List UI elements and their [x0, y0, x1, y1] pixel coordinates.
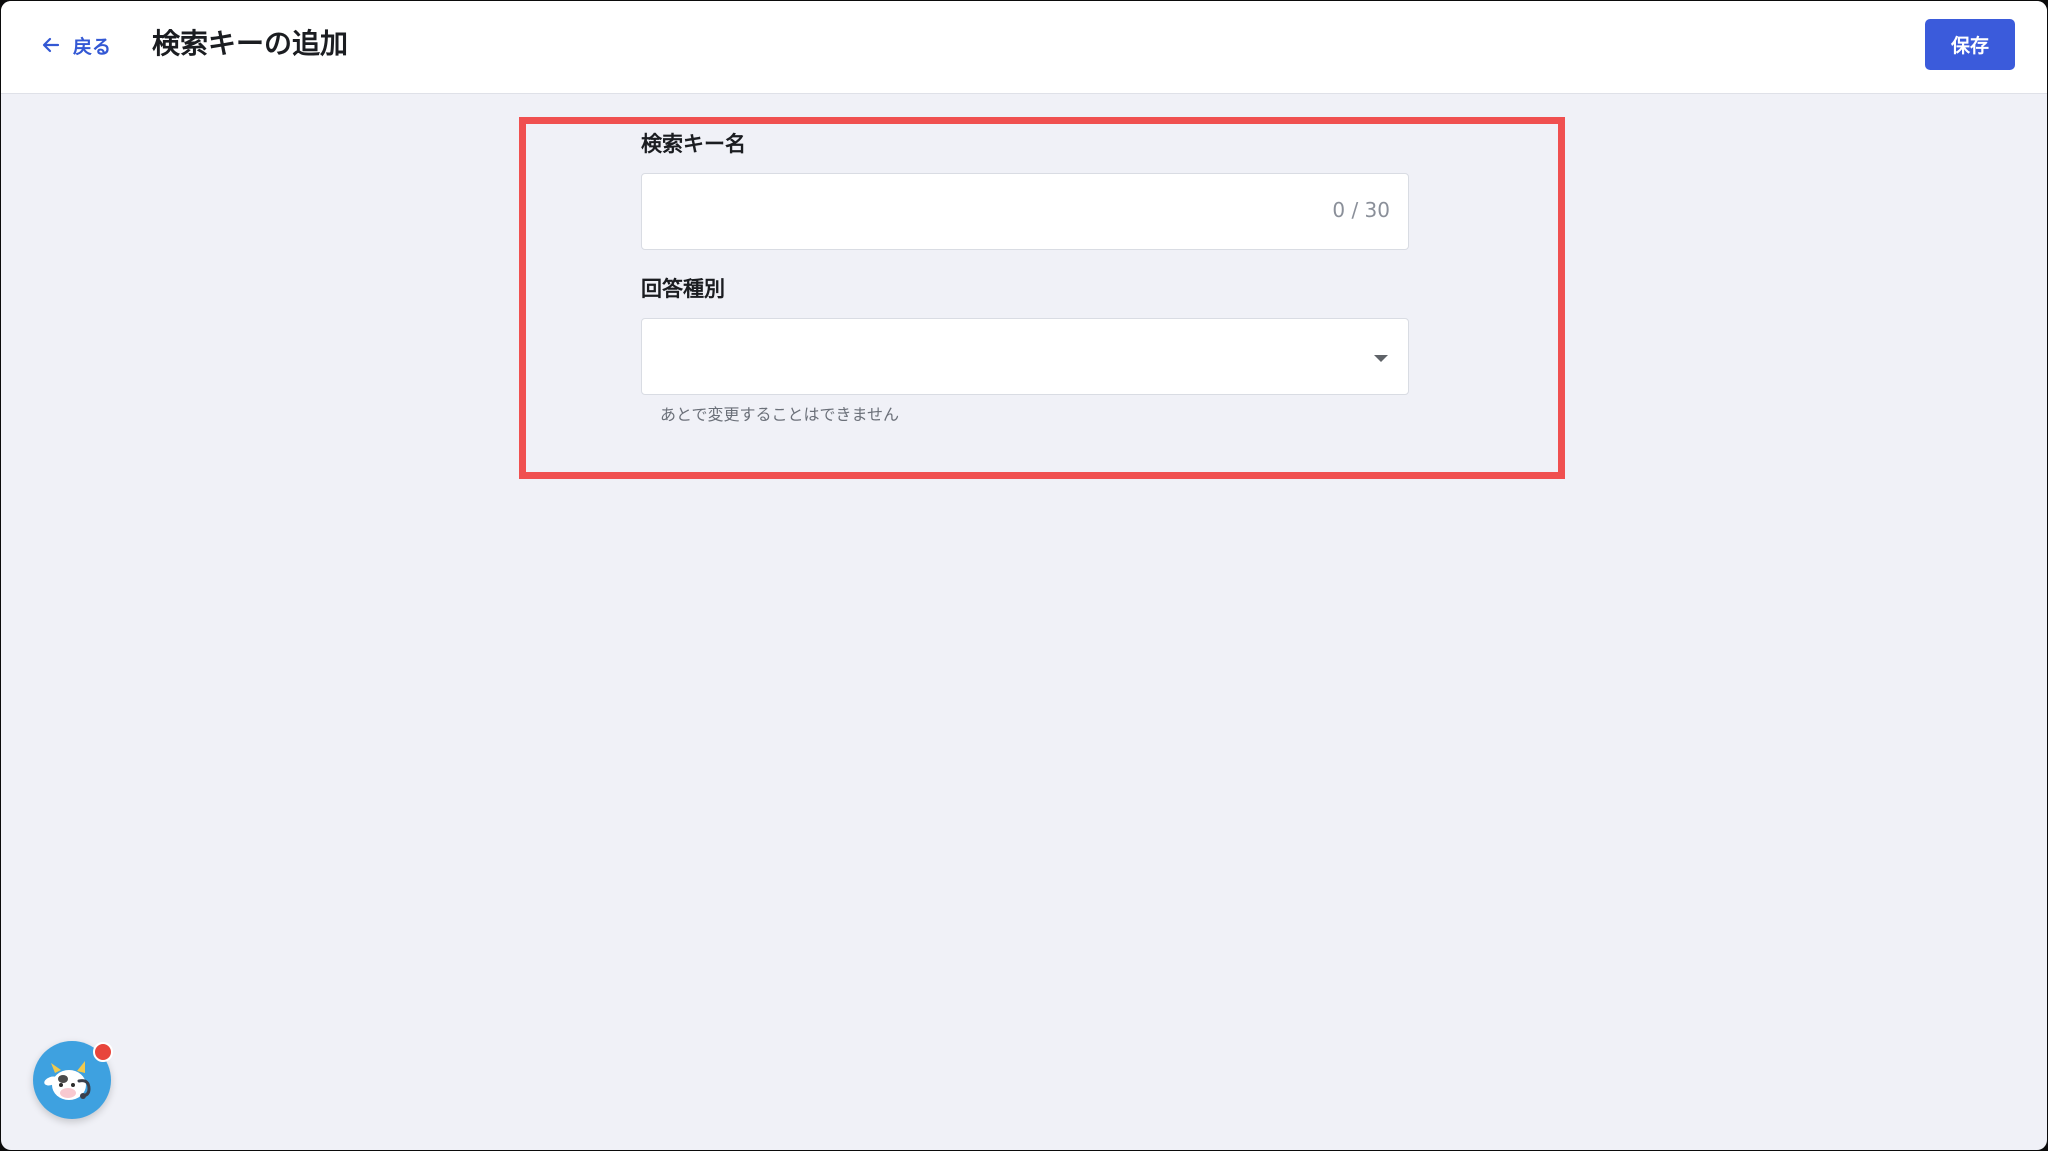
answer-type-helper-text: あとで変更することはできません — [660, 405, 900, 424]
answer-type-select[interactable] — [641, 318, 1409, 395]
page-title: 検索キーの追加 — [152, 27, 349, 60]
character-counter: 0 / 30 — [1332, 198, 1390, 222]
search-key-name-label: 検索キー名 — [641, 132, 746, 156]
save-button[interactable]: 保存 — [1925, 19, 2015, 70]
chat-support-button[interactable] — [33, 1041, 113, 1119]
back-button[interactable]: 戻る — [41, 29, 111, 61]
answer-type-label: 回答種別 — [641, 277, 725, 301]
arrow-left-icon — [42, 37, 60, 53]
caret-down-icon — [1374, 355, 1388, 362]
back-label: 戻る — [73, 35, 112, 58]
search-key-name-field[interactable]: 0 / 30 — [641, 173, 1409, 250]
page-header: 戻る 検索キーの追加 保存 — [1, 1, 2047, 94]
notification-badge — [93, 1042, 113, 1062]
search-key-name-input[interactable] — [642, 174, 1282, 249]
app-window: 戻る 検索キーの追加 保存 検索キー名 0 / 30 回答種別 あとで変更するこ… — [1, 1, 2047, 1150]
